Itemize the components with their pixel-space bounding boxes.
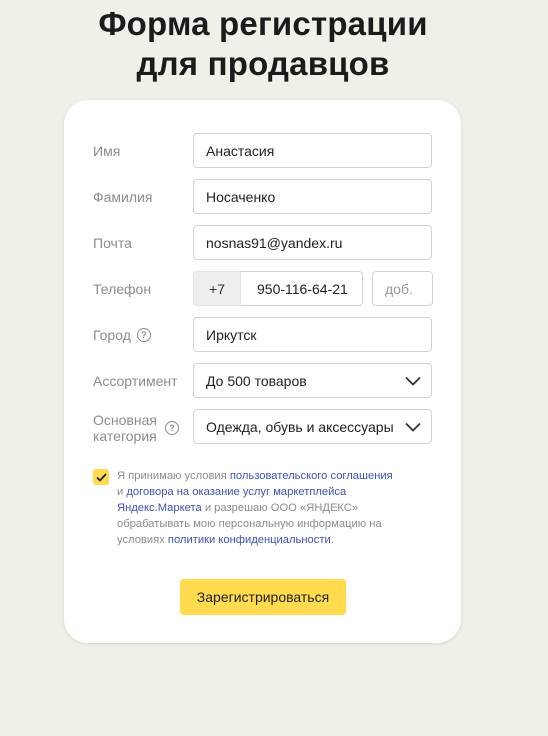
phone-code-value: +7 — [209, 280, 225, 297]
assortment-select[interactable]: До 500 товаров — [193, 363, 432, 398]
name-field[interactable]: Анастасия — [193, 133, 432, 168]
category-label-line1: Основная — [93, 412, 157, 428]
privacy-policy-link[interactable]: политики конфиденциальности — [168, 534, 331, 546]
city-label: Город ? — [93, 327, 151, 343]
category-label-line2: категория — [93, 428, 157, 444]
consent-text-4: . — [330, 534, 334, 546]
consent-text: Я принимаю условия пользовательского сог… — [117, 468, 427, 548]
consent-text-1: Я принимаю условия — [117, 470, 230, 482]
page-title-line1: Форма регистрации — [98, 5, 428, 42]
checkmark-icon — [95, 472, 107, 482]
category-label: Основная категория ? — [93, 412, 179, 444]
city-label-text: Город — [93, 327, 131, 343]
email-label: Почта — [93, 235, 132, 251]
city-value: Иркутск — [206, 326, 257, 343]
consent-checkbox[interactable] — [93, 469, 109, 485]
phone-label: Телефон — [93, 281, 152, 297]
name-label: Имя — [93, 143, 121, 159]
chevron-down-icon — [405, 376, 421, 386]
consent-text-2: и — [117, 486, 127, 498]
surname-value: Носаченко — [206, 188, 276, 205]
phone-number-value: 950-116-64-21 — [257, 280, 348, 297]
assortment-selected: До 500 товаров — [206, 372, 307, 389]
name-value: Анастасия — [206, 142, 275, 159]
category-label-text: Основная категория — [93, 412, 157, 444]
phone-number-field[interactable]: 950-116-64-21 — [241, 271, 363, 306]
surname-label: Фамилия — [93, 189, 153, 205]
page-title: Форма регистрации для продавцов — [0, 4, 526, 84]
phone-ext-placeholder: доб. — [385, 280, 413, 297]
register-button[interactable]: Зарегистрироваться — [180, 579, 346, 615]
category-select[interactable]: Одежда, обувь и аксессуары — [193, 409, 432, 444]
phone-extension-field[interactable]: доб. — [372, 271, 433, 306]
phone-country-code: +7 — [193, 271, 241, 306]
page-title-line2: для продавцов — [136, 45, 390, 82]
email-field[interactable]: nosnas91@yandex.ru — [193, 225, 432, 260]
assortment-label: Ассортимент — [93, 373, 178, 389]
user-agreement-link[interactable]: пользовательского соглашения — [230, 470, 393, 482]
question-circle-icon[interactable]: ? — [164, 421, 179, 435]
question-circle-icon[interactable]: ? — [136, 328, 151, 342]
chevron-down-icon — [405, 422, 421, 432]
category-selected: Одежда, обувь и аксессуары — [206, 418, 394, 435]
surname-field[interactable]: Носаченко — [193, 179, 432, 214]
city-field[interactable]: Иркутск — [193, 317, 432, 352]
email-value: nosnas91@yandex.ru — [206, 234, 343, 251]
